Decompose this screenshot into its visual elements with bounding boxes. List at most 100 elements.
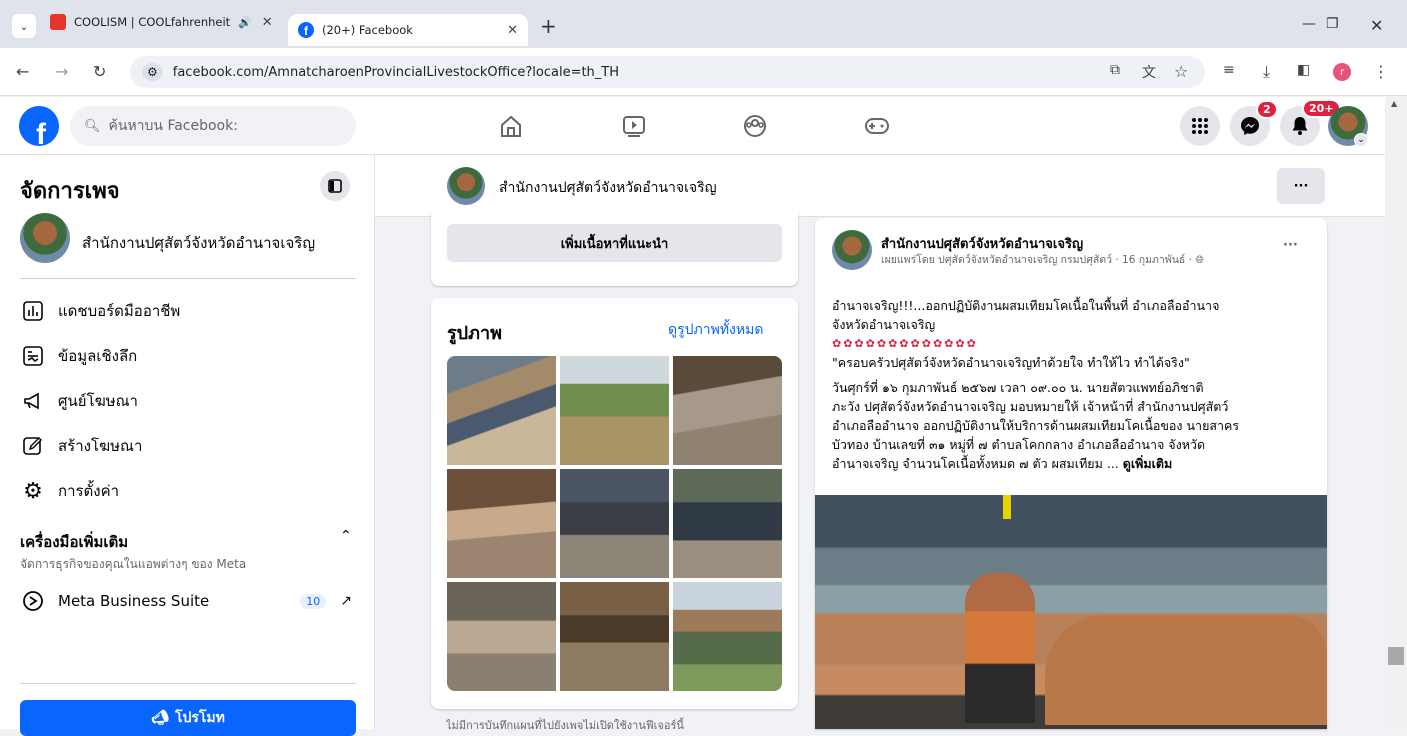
external-link-icon: ↗ [340, 593, 352, 609]
tab-search-chevron-icon[interactable]: ⌄ [12, 14, 36, 38]
photo-thumbnail[interactable] [673, 356, 782, 465]
sidebar-title: จัดการเพจ [20, 179, 120, 204]
post-quote: "ครอบครัวปศุสัตว์จังหวัดอำนาจเจริญทำด้วย… [832, 355, 1190, 370]
mbs-count-badge: 10 [300, 593, 327, 609]
add-recommended-content-button[interactable]: เพิ่มเนื้อหาที่แนะนำ [447, 224, 782, 262]
photo-thumbnail[interactable] [673, 582, 782, 691]
browser-toolbar: ← → ↻ ⚙ facebook.com/AmnatcharoenProvinc… [0, 48, 1407, 96]
post-text-line: วันศุกร์ที่ ๑๖ กุมภาพันธ์ ๒๕๖๗ เวลา ๐๙.๐… [832, 380, 1204, 395]
tab-facebook[interactable]: f (20+) Facebook ✕ [288, 14, 528, 46]
see-all-photos-link[interactable]: ดูรูปภาพทั้งหมด [668, 319, 763, 341]
site-info-icon[interactable]: ⚙ [142, 63, 163, 81]
gaming-icon[interactable] [857, 108, 897, 144]
post-card: สำนักงานปศุสัตว์จังหวัดอำนาจเจริญ เผยแพร… [815, 218, 1327, 729]
side-panel-icon[interactable]: ◧ [1297, 62, 1310, 78]
sidebar-item-insights[interactable]: ข้อมูลเชิงลึก [20, 343, 137, 369]
page-name[interactable]: สำนักงานปศุสัตว์จังหวัดอำนาจเจริญ [82, 231, 315, 255]
restore-icon[interactable]: ❐ [1326, 16, 1339, 32]
meta-business-suite-icon [20, 588, 46, 614]
photo-thumbnail[interactable] [673, 469, 782, 578]
megaphone-icon: 📣︎ [151, 710, 169, 726]
reading-list-icon[interactable]: ≡ [1223, 62, 1235, 78]
see-more-link[interactable]: ดูเพิ่มเติม [1123, 456, 1173, 471]
groups-icon[interactable] [735, 108, 775, 144]
post-image[interactable] [815, 495, 1327, 729]
download-icon[interactable]: ⤓ [1263, 62, 1270, 82]
photo-thumbnail[interactable] [560, 582, 669, 691]
search-input[interactable]: ค้นหาบน Facebook: [109, 115, 238, 137]
sidebar-item-create-ad[interactable]: สร้างโฆษณา [20, 433, 142, 459]
cast-icon[interactable]: ⧉ [1110, 62, 1120, 78]
post-text-line: อำเภอลืออำนาจ ออกปฏิบัติงานให้บริการด้าน… [832, 418, 1240, 433]
forward-icon[interactable]: → [55, 62, 68, 81]
scroll-up-icon[interactable]: ▲ [1391, 99, 1397, 108]
photos-title: รูปภาพ [447, 323, 502, 344]
globe-icon: 🌐︎ [1195, 254, 1204, 266]
close-tab-icon[interactable]: ✕ [262, 15, 273, 30]
divider [20, 278, 356, 279]
minimize-icon[interactable]: — [1302, 16, 1316, 32]
home-icon[interactable] [491, 108, 531, 144]
person-figure [965, 573, 1035, 723]
gear-icon: ⚙ [23, 478, 43, 504]
post-more-button[interactable]: ··· [1283, 238, 1298, 253]
promote-label: โปรโมท [174, 710, 225, 726]
bookmark-star-icon[interactable]: ☆ [1174, 62, 1188, 81]
page-avatar[interactable] [447, 167, 485, 205]
photo-thumbnail[interactable] [447, 582, 556, 691]
search-icon: 🔍︎ [84, 118, 101, 134]
speaker-icon[interactable]: 🔊 [238, 16, 252, 29]
post-text-line: ภะวัง ปศุสัตว์จังหวัดอำนาจเจริญ มอบหมายใ… [832, 399, 1229, 414]
promote-button[interactable]: 📣︎ โปรโมท [20, 700, 356, 736]
scrollbar-thumb[interactable] [1388, 647, 1404, 665]
post-text-line: อำนาจเจริญ!!!...ออกปฏิบัติงานผสมเทียมโคเ… [832, 298, 1220, 313]
photo-thumbnail[interactable] [447, 469, 556, 578]
page-header-name[interactable]: สำนักงานปศุสัตว์จังหวัดอำนาจเจริญ [499, 177, 717, 199]
menu-grid-icon[interactable] [1180, 106, 1220, 146]
manage-page-sidebar: จัดการเพจ สำนักงานปศุสัตว์จังหวัดอำนาจเจ… [0, 155, 375, 736]
facebook-favicon-icon: f [298, 22, 314, 38]
sidebar-item-dashboard[interactable]: แดชบอร์ดมืออาชีพ [20, 298, 180, 324]
facebook-search[interactable]: 🔍︎ ค้นหาบน Facebook: [70, 106, 356, 146]
chevron-up-icon[interactable]: ⌃ [340, 528, 352, 544]
url-text[interactable]: facebook.com/AmnatcharoenProvincialLives… [173, 65, 619, 80]
collapse-sidebar-icon[interactable] [320, 171, 350, 201]
photo-thumbnail[interactable] [560, 356, 669, 465]
address-bar[interactable]: ⚙ facebook.com/AmnatcharoenProvincialLiv… [130, 56, 1205, 88]
back-icon[interactable]: ← [16, 62, 29, 81]
new-tab-button[interactable]: + [540, 14, 557, 38]
tab-title: (20+) Facebook [322, 23, 413, 37]
photo-thumbnail[interactable] [447, 356, 556, 465]
page-scrollbar[interactable]: ▲ [1385, 97, 1407, 729]
sidebar-item-settings[interactable]: ⚙ การตั้งค่า [20, 478, 119, 504]
profile-avatar[interactable]: r [1333, 63, 1351, 81]
facebook-logo-icon[interactable]: f [19, 106, 59, 146]
page-switcher[interactable] [20, 213, 70, 263]
post-author-avatar[interactable] [832, 230, 872, 270]
sidebar-item-ad-center[interactable]: ศูนย์โฆษณา [20, 388, 138, 414]
coolism-favicon-icon [50, 14, 66, 30]
post-text-line: อำนาจเจริญ จำนวนโคเนื้อทั้งหมด ๗ ตัว ผสม… [832, 456, 1119, 471]
reload-icon[interactable]: ↻ [93, 62, 106, 81]
sidebar-item-label: การตั้งค่า [58, 482, 120, 500]
translate-icon[interactable]: 文 [1142, 62, 1156, 82]
sidebar-item-label: ศูนย์โฆษณา [58, 392, 138, 410]
mbs-label: Meta Business Suite [58, 592, 210, 610]
messenger-badge: 2 [1256, 100, 1278, 119]
photo-thumbnail[interactable] [560, 469, 669, 578]
insights-icon [20, 343, 46, 369]
post-author-name[interactable]: สำนักงานปศุสัตว์จังหวัดอำนาจเจริญ [881, 233, 1083, 254]
tab-coolism[interactable]: COOLISM | COOLfahrenheit 🔊 ✕ [50, 8, 282, 36]
watch-video-icon[interactable] [614, 108, 654, 144]
facebook-top-bar: f 🔍︎ ค้นหาบน Facebook: 2 20+ ⌄ [0, 97, 1385, 155]
dashboard-icon [20, 298, 46, 324]
menu-kebab-icon[interactable]: ⋮ [1373, 62, 1389, 81]
photos-card: รูปภาพ ดูรูปภาพทั้งหมด [431, 298, 798, 709]
close-tab-icon[interactable]: ✕ [507, 23, 518, 38]
account-chevron-icon[interactable]: ⌄ [1354, 133, 1368, 147]
post-text: อำนาจเจริญ!!!...ออกปฏิบัติงานผสมเทียมโคเ… [832, 296, 1312, 473]
post-text-line: จังหวัดอำนาจเจริญ [832, 317, 936, 332]
meta-business-suite-link[interactable]: Meta Business Suite 10 ↗ [20, 588, 356, 614]
window-close-icon[interactable]: ✕ [1370, 16, 1383, 35]
page-more-button[interactable]: ··· [1277, 168, 1325, 204]
